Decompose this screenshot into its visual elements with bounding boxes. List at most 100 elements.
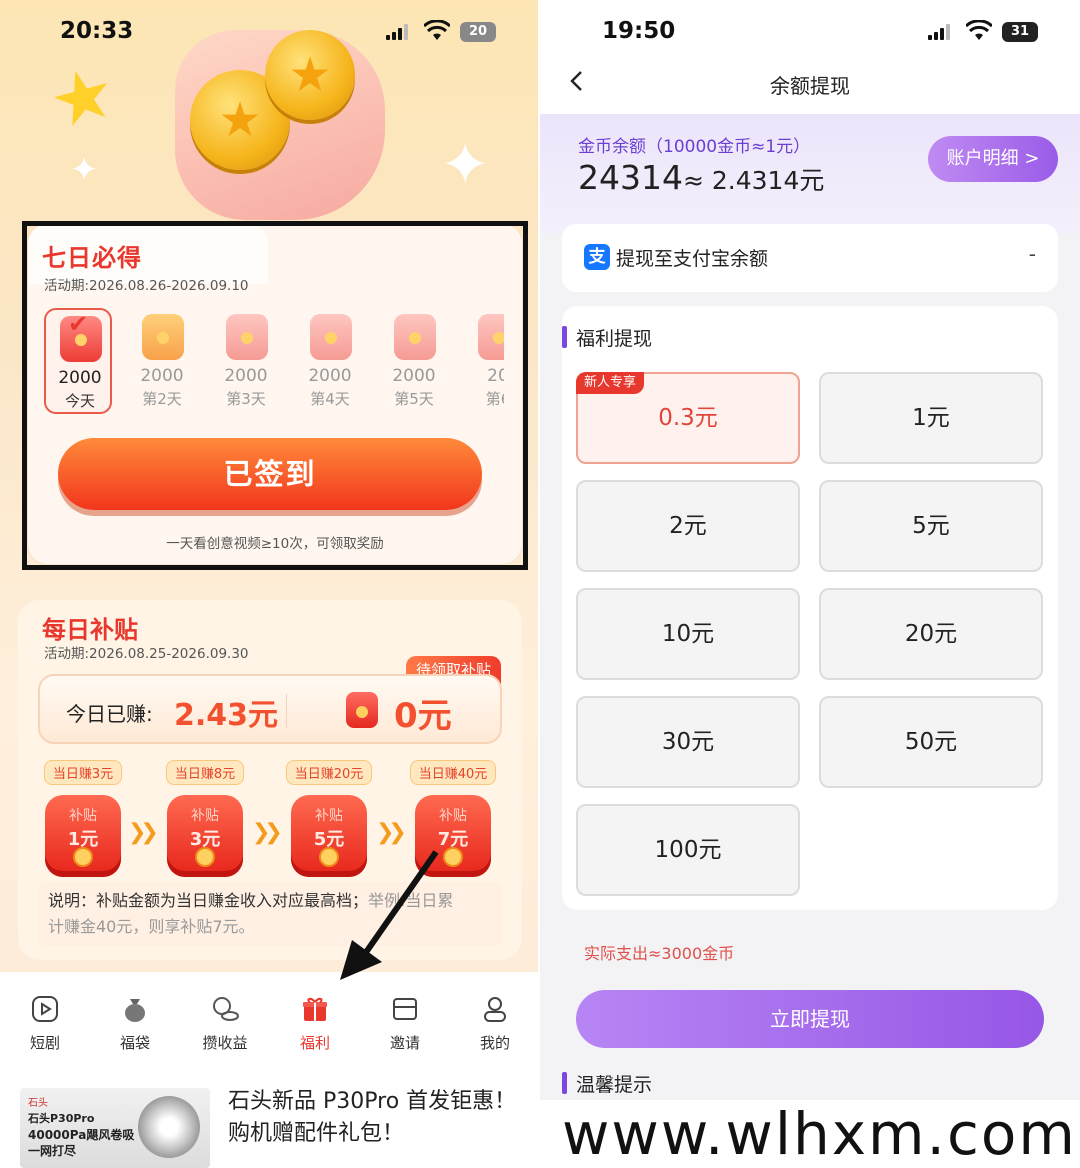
- subsidy-tier-2[interactable]: 当日赚8元 补贴 3元: [160, 760, 250, 877]
- welfare-title: 福利提现: [576, 328, 653, 350]
- status-time: 20:33: [60, 18, 134, 44]
- wifi-icon: [424, 20, 450, 40]
- amount-option-2[interactable]: 2元: [576, 480, 800, 572]
- amount-option-50[interactable]: 50元: [819, 696, 1043, 788]
- amount-label: 1元: [912, 405, 950, 431]
- status-bar: 20:33 20: [0, 0, 540, 64]
- left-screenshot: ★ ✦ ✦ ★ ★ 20:33 20 七日必得 活动期:2026.08.26-2…: [0, 0, 540, 1168]
- status-bar: 19:50 31: [540, 0, 1080, 60]
- nav-bar: 余额提现: [540, 58, 1080, 114]
- highlight-frame: [22, 221, 528, 570]
- bottom-tab-bar: 短剧 福袋 攒收益 福利 邀请 我的: [0, 972, 540, 1072]
- alipay-label: 提现至支付宝余额: [616, 248, 769, 270]
- subsidy-tier-3[interactable]: 当日赚20元 补贴 5元: [284, 760, 374, 877]
- watermark: www.wlhxm.com: [540, 1100, 1080, 1168]
- tier-title: 补贴: [439, 808, 467, 824]
- lucky-bag-icon: [125, 999, 145, 1022]
- welfare-withdraw-card: 福利提现 新人专享 0.3元 1元 2元 5元 10元 20元 30元 50元 …: [562, 306, 1058, 910]
- tier-condition: 当日赚20元: [285, 760, 373, 785]
- amount-option-1[interactable]: 1元: [819, 372, 1043, 464]
- alipay-method-row[interactable]: 支 提现至支付宝余额 -: [562, 224, 1058, 292]
- actual-cost-text: 实际支出≈3000金币: [584, 944, 735, 963]
- ad-banner[interactable]: 石头 石头P30Pro 40000Pa飓风卷吸 一网打尽 石头新品 P30Pro…: [0, 1072, 540, 1168]
- tab-welfare[interactable]: 福利: [280, 994, 350, 1053]
- ad-image: 石头 石头P30Pro 40000Pa飓风卷吸 一网打尽: [20, 1088, 210, 1168]
- subsidy-title: 每日补贴: [42, 616, 138, 644]
- alipay-value: -: [1028, 242, 1036, 266]
- coins-icon: [213, 997, 239, 1021]
- user-icon: [484, 997, 506, 1022]
- battery-icon: 31: [1002, 22, 1038, 42]
- balance-label: 金币余额（10000金币≈1元）: [578, 137, 811, 157]
- ad-image-text: 40000Pa飓风卷吸: [28, 1128, 135, 1142]
- note-text-line2: 计赚金40元，则享补贴7元。: [48, 917, 255, 936]
- tab-mine[interactable]: 我的: [460, 994, 530, 1053]
- signal-icon: [386, 24, 408, 40]
- page-title: 余额提现: [770, 74, 850, 98]
- chevron-right-icon: ❯❯: [128, 820, 159, 845]
- red-envelope-icon: [346, 692, 378, 728]
- gift-icon: [303, 997, 327, 1021]
- subsidy-period: 活动期:2026.08.25-2026.09.30: [44, 646, 249, 662]
- alipay-icon: 支: [584, 244, 610, 270]
- red-box-icon: 补贴 3元: [167, 795, 243, 877]
- tab-label: 我的: [479, 1034, 510, 1052]
- earned-label: 今日已赚:: [66, 702, 153, 726]
- amount-label: 100元: [654, 837, 722, 863]
- ad-image-text: 一网打尽: [28, 1144, 77, 1158]
- earned-value: 2.43元: [174, 698, 279, 733]
- earnings-box: 今日已赚: 2.43元 0元: [38, 674, 502, 744]
- tab-label: 攒收益: [202, 1034, 248, 1052]
- tier-condition: 当日赚40元: [409, 760, 497, 785]
- subsidy-note: 说明：补贴金额为当日赚金收入对应最高档；举例:当日累 计赚金40元，则享补贴7元…: [38, 882, 502, 946]
- battery-icon: 20: [460, 22, 496, 42]
- amount-label: 50元: [904, 729, 958, 755]
- sparkle-icon: ✦: [440, 130, 491, 200]
- subsidy-tier-4[interactable]: 当日赚40元 补贴 7元: [408, 760, 498, 877]
- tab-earnings[interactable]: 攒收益: [190, 994, 260, 1053]
- ad-brand: 石头: [28, 1098, 48, 1109]
- tab-label: 邀请: [389, 1034, 420, 1052]
- amount-label: 0.3元: [658, 405, 718, 431]
- tab-lucky-bag[interactable]: 福袋: [100, 994, 170, 1053]
- tier-title: 补贴: [315, 808, 343, 824]
- ad-image-text: 石头P30Pro: [28, 1112, 95, 1125]
- withdraw-button[interactable]: 立即提现: [576, 990, 1044, 1048]
- tab-short-drama[interactable]: 短剧: [10, 994, 80, 1053]
- amount-label: 5元: [912, 513, 950, 539]
- amount-label: 30元: [661, 729, 715, 755]
- pending-value: 0元: [394, 696, 452, 736]
- note-text: 说明：补贴金额为当日赚金收入对应最高档；: [48, 891, 369, 910]
- note-text-faded: 举例:当日累: [368, 891, 454, 910]
- tab-label: 短剧: [29, 1034, 60, 1052]
- subsidy-tier-1[interactable]: 当日赚3元 补贴 1元: [38, 760, 128, 877]
- new-user-tag: 新人专享: [576, 372, 645, 394]
- amount-option-5[interactable]: 5元: [819, 480, 1043, 572]
- amount-label: 20元: [904, 621, 958, 647]
- tier-title: 补贴: [69, 808, 97, 824]
- signal-icon: [928, 24, 950, 40]
- tab-invite[interactable]: 邀请: [370, 994, 440, 1053]
- red-box-icon: 补贴 7元: [415, 795, 491, 877]
- account-detail-button[interactable]: 账户明细 >: [928, 136, 1058, 182]
- amount-option-0-3[interactable]: 新人专享 0.3元: [576, 372, 800, 464]
- balance-value: 24314≈ 2.4314元: [578, 158, 824, 197]
- status-time: 19:50: [602, 18, 676, 44]
- red-box-icon: 补贴 1元: [45, 795, 121, 877]
- amount-option-10[interactable]: 10元: [576, 588, 800, 680]
- wifi-icon: [966, 20, 992, 40]
- daily-subsidy-card: 每日补贴 活动期:2026.08.25-2026.09.30 待领取补贴 今日已…: [18, 600, 522, 960]
- amount-option-20[interactable]: 20元: [819, 588, 1043, 680]
- red-box-icon: 补贴 5元: [291, 795, 367, 877]
- ad-title: 石头新品 P30Pro 首发钜惠！购机赠配件礼包！: [228, 1089, 517, 1146]
- amount-option-100[interactable]: 100元: [576, 804, 800, 896]
- amount-option-30[interactable]: 30元: [576, 696, 800, 788]
- robot-vacuum-image: [138, 1096, 200, 1158]
- amount-label: 2元: [669, 513, 707, 539]
- watermark-text: www.wlhxm.com: [562, 1100, 1077, 1168]
- balance-yuan: ≈ 2.4314元: [682, 166, 825, 195]
- tier-condition: 当日赚3元: [43, 760, 123, 785]
- play-icon: [32, 996, 58, 1022]
- chevron-right-icon: ❯❯: [376, 820, 407, 845]
- sparkle-icon: ✦: [70, 150, 99, 190]
